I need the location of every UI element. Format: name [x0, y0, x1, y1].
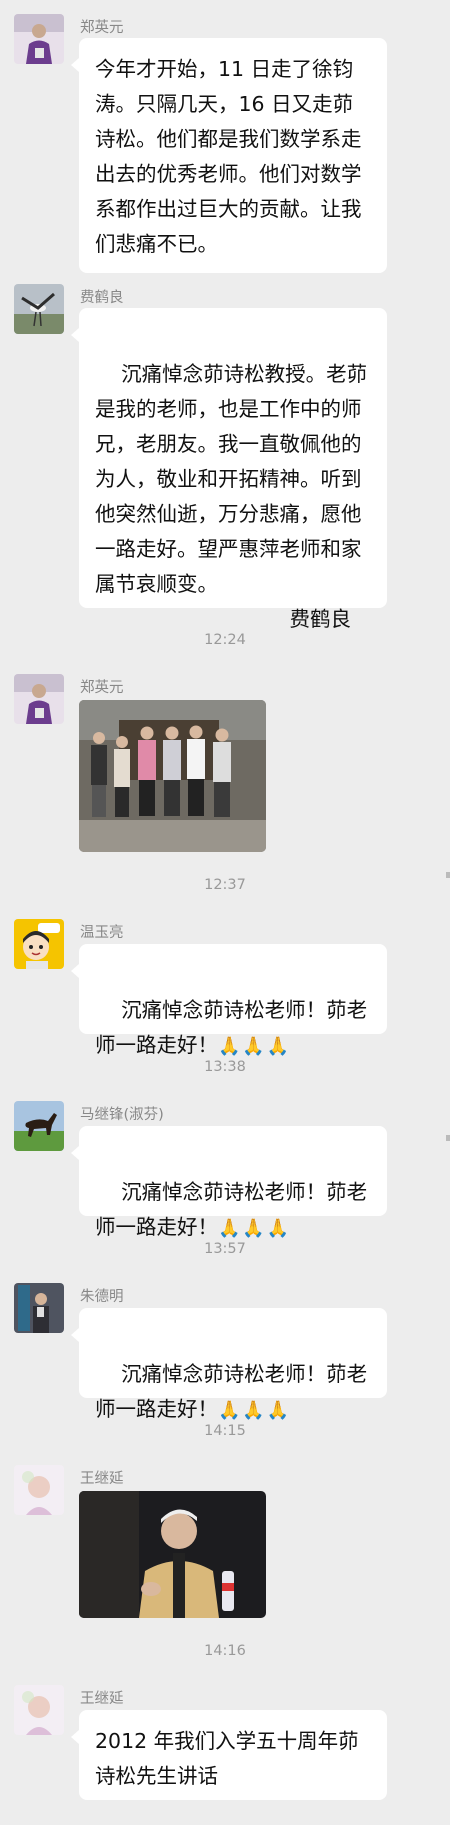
timestamp: 12:37 [204, 877, 246, 893]
message-bubble[interactable]: 今年才开始，11 日走了徐钧涛。只隔几天，16 日又走茆诗松。他们都是我们数学系… [71, 38, 387, 273]
message-bubble[interactable]: 2012 年我们入学五十周年茆诗松先生讲话 [71, 1710, 387, 1800]
sender-name: 郑英元 [80, 20, 124, 36]
elderly-man-portrait-avatar[interactable] [14, 1465, 64, 1515]
sender-name: 郑英元 [80, 680, 124, 696]
message-text: 沉痛悼念茆诗松教授。老茆是我的老师，也是工作中的师兄，老朋友。我一直敬佩他的为人… [95, 362, 368, 596]
cartoon-boy-avatar[interactable] [14, 919, 64, 969]
elderly-man-portrait-avatar[interactable] [14, 1685, 64, 1735]
group-photo-image[interactable] [79, 700, 266, 852]
man-at-podium-avatar[interactable] [14, 1283, 64, 1333]
timestamp: 13:57 [204, 1241, 246, 1257]
scrollbar-indicator[interactable] [446, 1135, 450, 1141]
sender-name: 马继锋(淑芬) [80, 1107, 164, 1123]
praying-hands-emoji: 🙏🙏🙏 [218, 1218, 292, 1239]
message-bubble[interactable]: 沉痛悼念茆诗松老师！茆老师一路走好！🙏🙏🙏 [71, 1126, 387, 1239]
sender-name: 王继延 [80, 1471, 124, 1487]
praying-hands-emoji: 🙏🙏🙏 [218, 1036, 292, 1057]
horse-avatar[interactable] [14, 1101, 64, 1151]
message-bubble[interactable]: 沉痛悼念茆诗松教授。老茆是我的老师，也是工作中的师兄，老朋友。我一直敬佩他的为人… [71, 308, 387, 631]
timestamp: 13:38 [204, 1059, 246, 1075]
scrollbar-indicator[interactable] [446, 872, 450, 878]
crane-bird-avatar[interactable] [14, 284, 64, 334]
sender-name: 朱德明 [80, 1289, 124, 1305]
timestamp: 14:15 [204, 1423, 246, 1439]
sender-name: 温玉亮 [80, 925, 124, 941]
message-bubble[interactable]: 沉痛悼念茆诗松老师！茆老师一路走好！🙏🙏🙏 [71, 944, 387, 1057]
praying-hands-emoji: 🙏🙏🙏 [218, 1400, 292, 1421]
sender-name: 费鹤良 [80, 290, 124, 306]
sender-name: 王继延 [80, 1691, 124, 1707]
message-bubble[interactable]: 沉痛悼念茆诗松老师！茆老师一路走好！🙏🙏🙏 [71, 1308, 387, 1421]
timestamp: 12:24 [204, 632, 246, 648]
timestamp: 14:16 [204, 1643, 246, 1659]
elderly-man-avatar[interactable] [14, 14, 64, 64]
speaker-portrait-image[interactable] [79, 1491, 266, 1618]
elderly-man-avatar[interactable] [14, 674, 64, 724]
